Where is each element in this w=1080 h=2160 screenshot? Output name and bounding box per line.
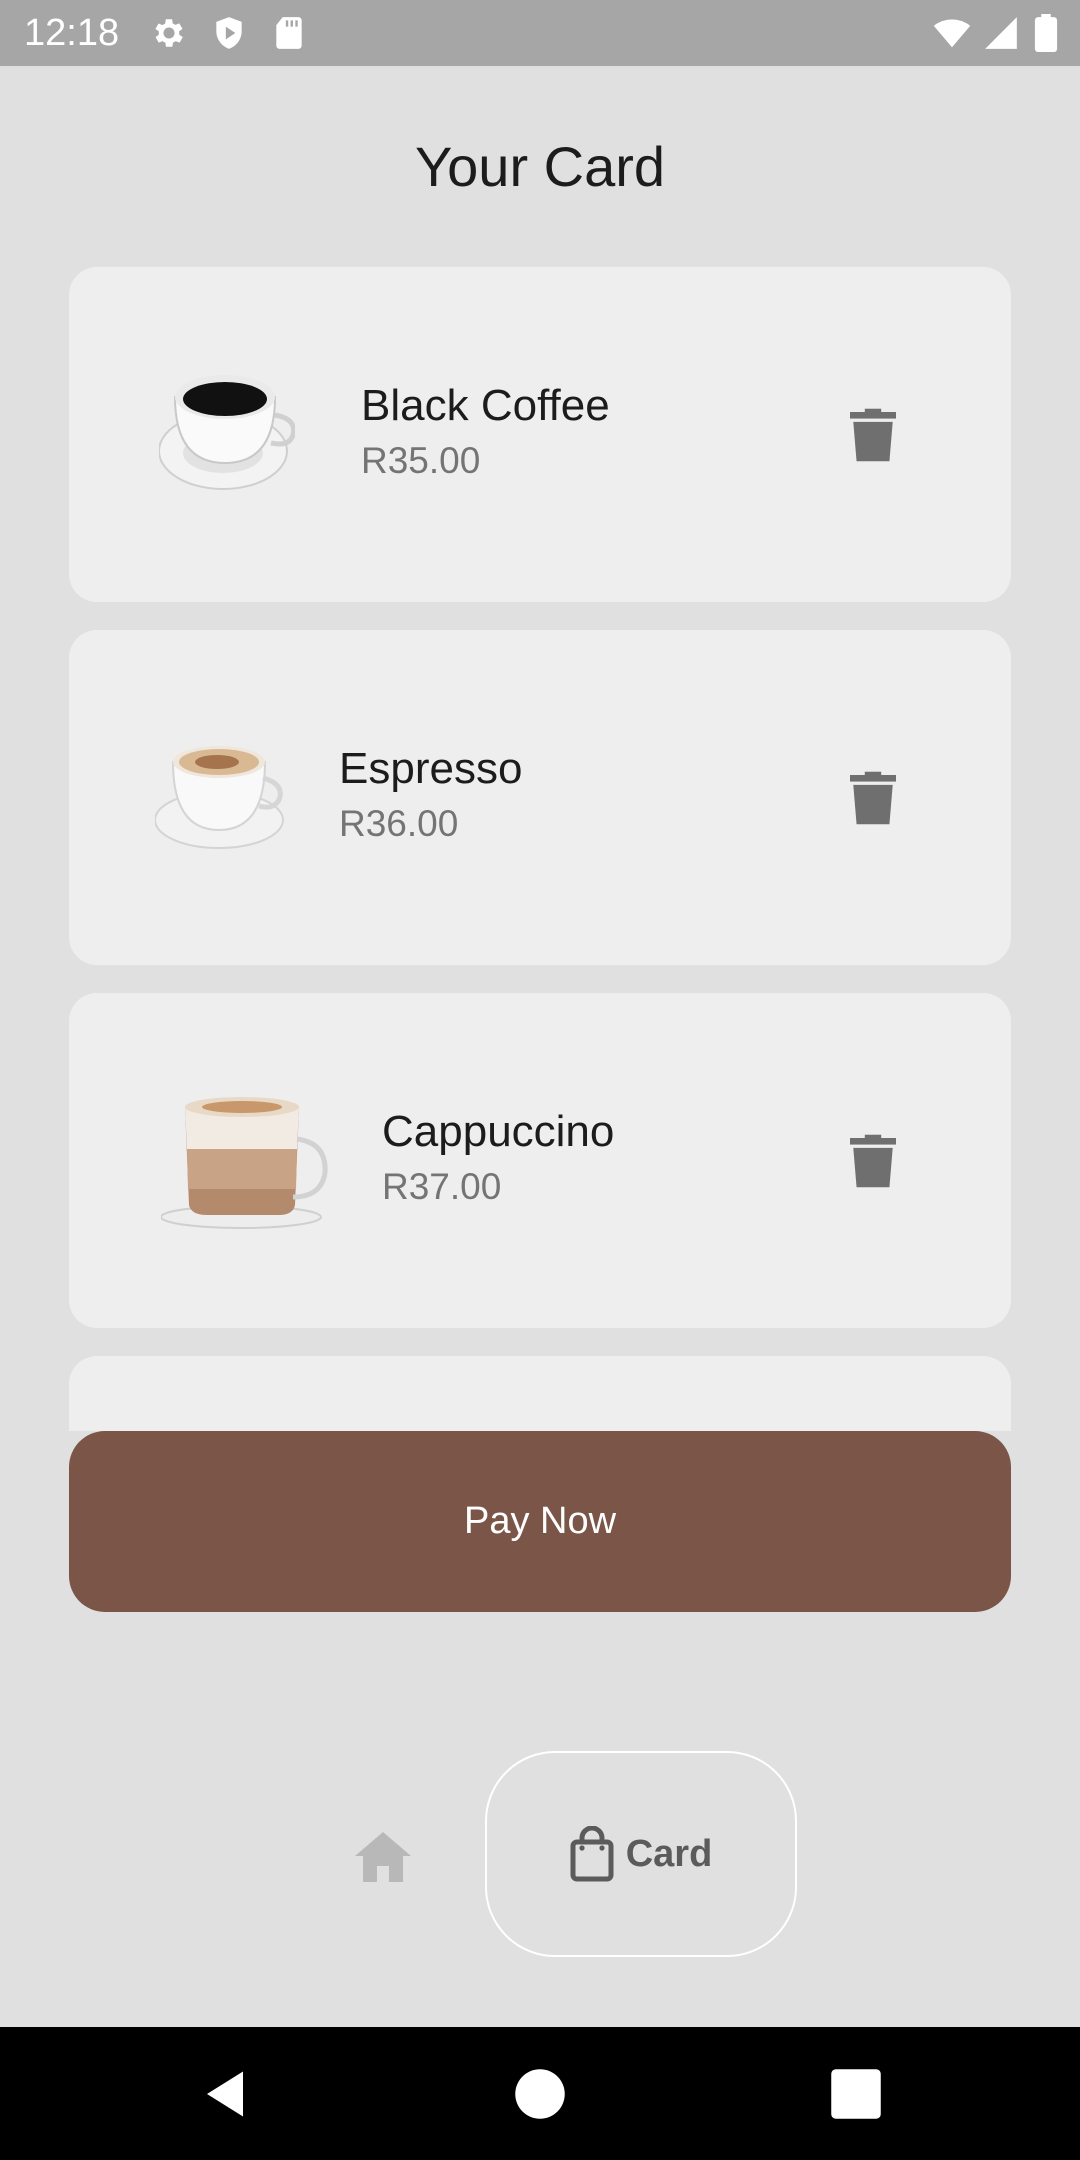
recents-icon[interactable]	[829, 2067, 883, 2121]
cart-list[interactable]: Black Coffee R35.00 Espresso R36.00 Capp…	[69, 267, 1011, 1431]
system-nav-bar	[0, 2027, 1080, 2160]
espresso-cup-image	[155, 734, 287, 852]
cart-item: Espresso R36.00	[69, 630, 1011, 965]
nav-card-button[interactable]: Card	[485, 1751, 797, 1957]
shopping-bag-icon	[570, 1826, 614, 1882]
delete-button[interactable]	[841, 1129, 905, 1193]
cappuccino-glass-image	[161, 1089, 329, 1229]
cart-item: Black Coffee R35.00	[69, 267, 1011, 602]
nav-home-button[interactable]	[348, 1822, 418, 1892]
shield-icon	[210, 14, 248, 52]
trash-icon	[850, 771, 896, 825]
trash-icon	[850, 1134, 896, 1188]
item-name: Black Coffee	[361, 381, 610, 430]
item-name: Espresso	[339, 744, 523, 793]
wifi-icon	[930, 14, 974, 52]
status-bar: 12:18	[0, 0, 1080, 66]
battery-icon	[1032, 14, 1060, 52]
pay-now-button[interactable]: Pay Now	[69, 1431, 1011, 1612]
sd-card-icon	[270, 14, 308, 52]
cart-item: Cappuccino R37.00	[69, 993, 1011, 1328]
delete-button[interactable]	[841, 403, 905, 467]
cell-signal-icon	[982, 14, 1020, 52]
bottom-nav: Card	[0, 1740, 1080, 1970]
status-time: 12:18	[24, 12, 120, 54]
item-price: R37.00	[382, 1166, 502, 1207]
black-coffee-cup-image	[159, 367, 295, 493]
item-name: Cappuccino	[382, 1107, 615, 1156]
home-icon	[355, 1832, 411, 1882]
trash-icon	[850, 408, 896, 462]
item-price: R35.00	[361, 440, 481, 481]
item-price: R36.00	[339, 803, 459, 844]
home-circle-icon[interactable]	[513, 2067, 567, 2121]
back-icon[interactable]	[198, 2067, 252, 2121]
nav-card-label: Card	[625, 1832, 713, 1875]
delete-button[interactable]	[841, 766, 905, 830]
cart-item-partial	[69, 1356, 1011, 1431]
page-title: Your Card	[414, 135, 666, 198]
gear-icon	[150, 14, 188, 52]
